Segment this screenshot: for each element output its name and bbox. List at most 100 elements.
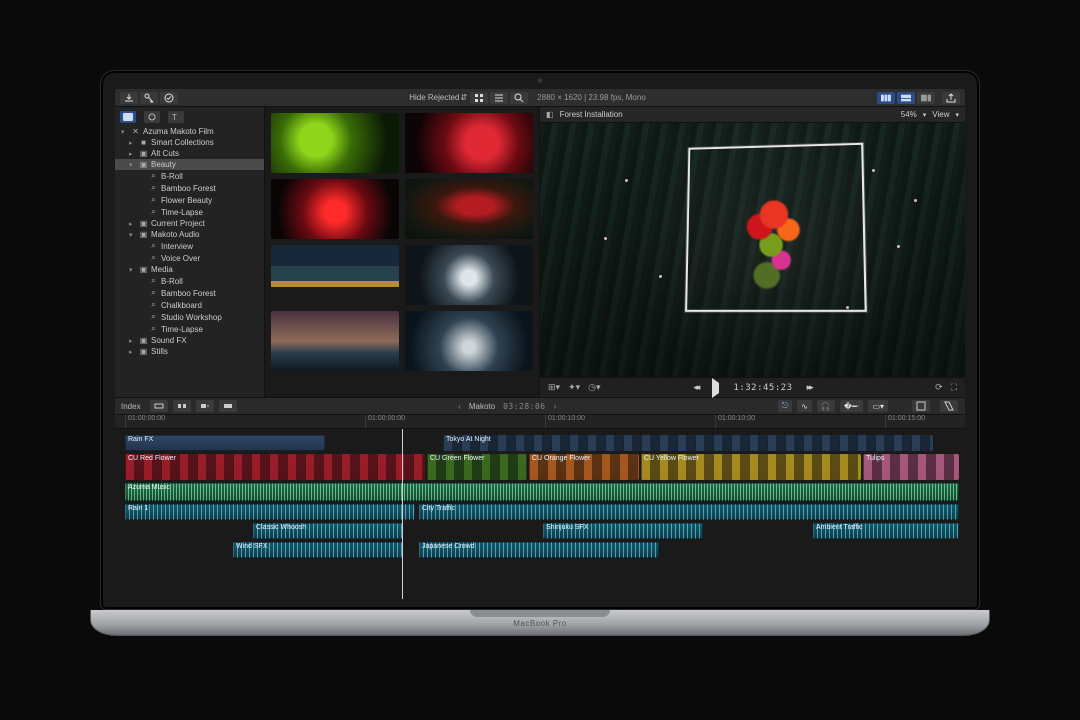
clip-appearance-button[interactable] xyxy=(470,92,488,104)
scopes-menu[interactable]: ⊞▾ xyxy=(548,382,560,393)
workspace-inspector-button[interactable] xyxy=(917,92,935,104)
sidebar-item[interactable]: ▸▣Alt Cuts xyxy=(115,148,264,159)
search-button[interactable] xyxy=(510,92,528,104)
sidebar-item[interactable]: ▾▣Media xyxy=(115,264,264,275)
disclosure-triangle-icon[interactable]: ▸ xyxy=(129,139,136,147)
audio-skim-button[interactable]: ∿ xyxy=(797,400,812,412)
sidebar-item[interactable]: ▾✕Azuma Makoto Film xyxy=(115,126,264,137)
timeline-history-fwd[interactable]: › xyxy=(554,402,557,411)
next-edit-button[interactable]: ▸▸ xyxy=(807,382,812,393)
sidebar-item-label: Makoto Audio xyxy=(151,230,199,239)
disclosure-triangle-icon[interactable]: ▸ xyxy=(129,337,136,345)
append-clip-button[interactable] xyxy=(196,400,214,412)
clip-thumbnail[interactable] xyxy=(405,311,533,371)
sidebar-item[interactable]: ⌕Studio Workshop xyxy=(115,311,264,323)
viewer-canvas[interactable] xyxy=(540,123,965,377)
skimming-button[interactable]: ⎋ xyxy=(778,400,792,412)
clip-browser[interactable] xyxy=(265,107,540,397)
sidebar-item[interactable]: ⌕Bamboo Forest xyxy=(115,287,264,299)
timeline-clip[interactable]: CU Orange Flower xyxy=(529,454,639,480)
photos-tab[interactable] xyxy=(144,111,160,123)
timeline-clip[interactable]: Tokyo At Night xyxy=(443,435,933,451)
sidebar-item[interactable]: ⌕B-Roll xyxy=(115,170,264,182)
sidebar-item[interactable]: ⌕B-Roll xyxy=(115,275,264,287)
bg-tasks-button[interactable] xyxy=(160,92,178,104)
timeline-clip[interactable]: Rain FX xyxy=(125,435,325,451)
sidebar-item[interactable]: ⌕Interview xyxy=(115,240,264,252)
import-button[interactable] xyxy=(120,92,138,104)
timeline-clip[interactable]: Rain 1 xyxy=(125,504,415,520)
disclosure-triangle-icon[interactable]: ▸ xyxy=(129,150,136,158)
effects-menu[interactable]: ✦▾ xyxy=(568,382,580,393)
share-button[interactable] xyxy=(942,92,960,104)
timeline-history-back[interactable]: ‹ xyxy=(458,402,461,411)
library-tab[interactable] xyxy=(120,111,136,123)
timeline-clip[interactable]: Tulips xyxy=(863,454,959,480)
clip-thumbnail[interactable] xyxy=(271,179,399,239)
zoom-percent[interactable]: 54% xyxy=(901,110,917,119)
sidebar-item[interactable]: ⌕Bamboo Forest xyxy=(115,182,264,194)
timeline-clip[interactable]: Ambient Traffic xyxy=(813,523,959,539)
timeline-clip[interactable]: Azuma Music xyxy=(125,483,959,501)
sidebar-item[interactable]: ▾▣Makoto Audio xyxy=(115,229,264,240)
overwrite-clip-button[interactable] xyxy=(219,400,237,412)
timeline-clip[interactable]: Shinjuku SFX xyxy=(543,523,703,539)
disclosure-triangle-icon[interactable]: ▾ xyxy=(129,231,136,239)
timeline-clip[interactable]: Classic Whoosh xyxy=(253,523,403,539)
disclosure-triangle-icon[interactable]: ▾ xyxy=(129,266,136,274)
timeline-clip[interactable]: CU Yellow Flower xyxy=(641,454,861,480)
sidebar-item[interactable]: ▸▣Stills xyxy=(115,346,264,357)
fullscreen-button[interactable]: ⛶ xyxy=(951,382,957,393)
clip-thumbnail[interactable] xyxy=(405,179,533,239)
sidebar-item[interactable]: ⌕Time-Lapse xyxy=(115,323,264,335)
effects-browser-button[interactable] xyxy=(912,400,930,412)
item-type-icon: ⌕ xyxy=(149,207,158,217)
sidebar-item[interactable]: ⌕Chalkboard xyxy=(115,299,264,311)
disclosure-triangle-icon[interactable]: ▾ xyxy=(121,128,128,136)
sidebar-item[interactable]: ⌕Time-Lapse xyxy=(115,206,264,218)
keyword-button[interactable] xyxy=(140,92,158,104)
clip-thumbnail[interactable] xyxy=(405,245,533,305)
sidebar-item[interactable]: ⌕Flower Beauty xyxy=(115,194,264,206)
prev-edit-button[interactable]: ◂◂ xyxy=(693,382,698,393)
disclosure-triangle-icon[interactable]: ▸ xyxy=(129,348,136,356)
solo-button[interactable]: 🎧 xyxy=(817,400,835,412)
clip-thumbnail[interactable] xyxy=(405,113,533,173)
timeline[interactable]: Rain FX Tokyo At Night CU Red Flower xyxy=(115,429,965,599)
hide-rejected-menu[interactable]: Hide Rejected xyxy=(409,93,459,102)
playhead[interactable] xyxy=(402,429,403,599)
project-name[interactable]: Makoto xyxy=(469,402,495,411)
sidebar-item[interactable]: ▾▣Beauty xyxy=(115,159,264,170)
play-button[interactable] xyxy=(712,383,719,393)
snap-button[interactable]: �━⋅ xyxy=(840,400,864,412)
timeline-clip[interactable]: Wind SFX xyxy=(233,542,403,558)
loop-button[interactable]: ⟳ xyxy=(935,382,943,393)
timeline-clip[interactable]: CU Green Flower xyxy=(427,454,527,480)
timeline-clip[interactable]: CU Red Flower xyxy=(125,454,425,480)
connect-clip-button[interactable] xyxy=(150,400,168,412)
sidebar-item[interactable]: ▸■Smart Collections xyxy=(115,137,264,148)
timeline-clip[interactable]: Japanese Crowd xyxy=(419,542,659,558)
disclosure-triangle-icon[interactable]: ▸ xyxy=(129,220,136,228)
angle-icon[interactable]: ◧ xyxy=(546,110,554,119)
timeline-ruler[interactable]: 01:00:00:00 01:00:00:00 01:00:10:00 01:0… xyxy=(115,415,965,429)
workspace-browser-button[interactable] xyxy=(877,92,895,104)
clip-thumbnail[interactable] xyxy=(271,113,399,173)
view-menu[interactable]: View xyxy=(932,110,949,119)
timeline-clip[interactable]: City Traffic xyxy=(419,504,959,520)
list-view-button[interactable] xyxy=(490,92,508,104)
clip-thumbnail[interactable] xyxy=(271,311,399,371)
clip-thumbnail[interactable] xyxy=(271,245,399,305)
library-sidebar[interactable]: T ▾✕Azuma Makoto Film▸■Smart Collections… xyxy=(115,107,265,397)
transitions-browser-button[interactable] xyxy=(940,400,958,412)
sidebar-item[interactable]: ▸▣Current Project xyxy=(115,218,264,229)
workspace-timeline-button[interactable] xyxy=(897,92,915,104)
sidebar-item[interactable]: ▸▣Sound FX xyxy=(115,335,264,346)
index-button[interactable]: Index xyxy=(121,402,141,411)
disclosure-triangle-icon[interactable]: ▾ xyxy=(129,161,136,169)
retime-menu[interactable]: ◷▾ xyxy=(588,382,600,393)
tools-menu[interactable]: ▭▾ xyxy=(868,400,888,412)
insert-clip-button[interactable] xyxy=(173,400,191,412)
titles-tab[interactable]: T xyxy=(168,111,184,123)
sidebar-item[interactable]: ⌕Voice Over xyxy=(115,252,264,264)
